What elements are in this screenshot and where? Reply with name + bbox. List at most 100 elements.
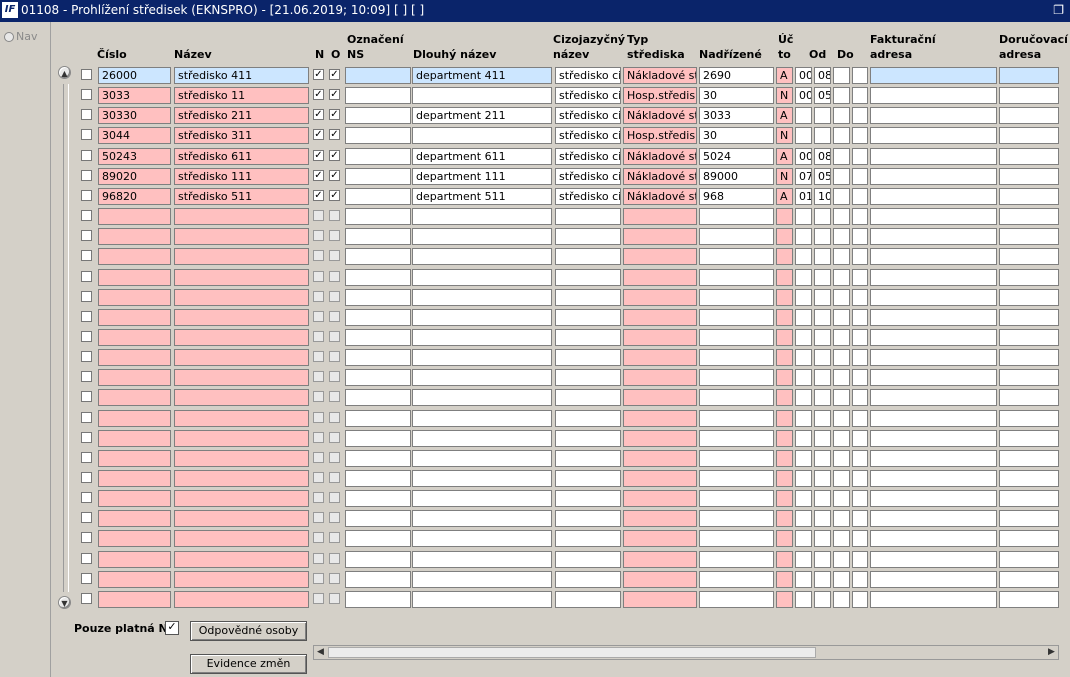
cell-ucto[interactable]: N [776,167,793,185]
cell-typ[interactable]: Nákladové stře [623,187,697,205]
row-select-checkbox[interactable] [81,310,92,322]
cell-fakt[interactable] [870,308,997,326]
checkbox-o[interactable] [329,310,340,322]
cell-nazev[interactable] [174,490,309,508]
cell-doruc[interactable] [999,449,1059,467]
cell-cislo[interactable] [98,349,171,367]
cell-nadrizene[interactable] [699,308,774,326]
cell-nazev[interactable]: středisko 111 [174,167,309,185]
cell-od[interactable]: 01 [795,187,812,205]
cell-doruc[interactable] [999,328,1059,346]
cell-cizo[interactable]: středisko ciz [555,167,621,185]
cell-do[interactable] [814,429,831,447]
checkbox-o[interactable]: ✓ [329,169,340,181]
cell-do[interactable] [814,490,831,508]
cell-ucto[interactable] [776,268,793,286]
cell-dlouhy[interactable]: department 511 [412,187,552,205]
cell-fakt[interactable] [870,107,997,125]
cell-cislo[interactable]: 96820 [98,187,171,205]
cell-fakt[interactable] [870,328,997,346]
cell-cislo[interactable]: 3044 [98,127,171,145]
cell-nazev[interactable] [174,308,309,326]
checkbox-o[interactable] [329,592,340,604]
cell-cislo[interactable] [98,570,171,588]
cell-oznaceni[interactable] [345,127,411,145]
cell-oznaceni[interactable] [345,167,411,185]
cell-od[interactable] [795,570,812,588]
cell-x2[interactable] [852,550,868,568]
cell-typ[interactable] [623,429,697,447]
cell-nazev[interactable] [174,429,309,447]
cell-cislo[interactable] [98,208,171,226]
cell-nazev[interactable] [174,409,309,427]
cell-oznaceni[interactable] [345,268,411,286]
cell-cizo[interactable] [555,328,621,346]
checkbox-o[interactable]: ✓ [329,149,340,161]
cell-typ[interactable] [623,328,697,346]
cell-doruc[interactable] [999,127,1059,145]
cell-cizo[interactable] [555,530,621,548]
cell-x2[interactable] [852,288,868,306]
row-select-checkbox[interactable] [81,391,92,403]
cell-oznaceni[interactable] [345,530,411,548]
cell-od[interactable] [795,550,812,568]
checkbox-n[interactable]: ✓ [313,129,324,141]
row-select-checkbox[interactable] [81,270,92,282]
cell-oznaceni[interactable] [345,349,411,367]
checkbox-n[interactable] [313,592,324,604]
cell-typ[interactable]: Hosp.středisko [623,87,697,105]
checkbox-n[interactable] [313,512,324,524]
checkbox-n[interactable]: ✓ [313,169,324,181]
cell-oznaceni[interactable] [345,470,411,487]
cell-x2[interactable] [852,208,868,226]
checkbox-o[interactable] [329,351,340,363]
cell-fakt[interactable] [870,369,997,387]
cell-ucto[interactable] [776,470,793,487]
cell-ucto[interactable]: N [776,127,793,145]
checkbox-n[interactable]: ✓ [313,69,324,80]
cell-doruc[interactable] [999,268,1059,286]
cell-ucto[interactable] [776,570,793,588]
cell-cislo[interactable]: 3033 [98,87,171,105]
cell-x2[interactable] [852,228,868,246]
cell-cislo[interactable]: 26000 [98,67,171,84]
cell-typ[interactable] [623,530,697,548]
checkbox-o[interactable]: ✓ [329,69,340,80]
cell-ucto[interactable]: A [776,107,793,125]
cell-nazev[interactable] [174,268,309,286]
cell-oznaceni[interactable] [345,490,411,508]
cell-oznaceni[interactable] [345,389,411,407]
checkbox-o[interactable] [329,552,340,564]
cell-typ[interactable]: Nákladové stře [623,147,697,165]
cell-nazev[interactable]: středisko 211 [174,107,309,125]
checkbox-o[interactable] [329,371,340,383]
cell-dlouhy[interactable] [412,228,552,246]
cell-dlouhy[interactable]: department 611 [412,147,552,165]
cell-cizo[interactable]: středisko ciz [555,107,621,125]
checkbox-o[interactable]: ✓ [329,109,340,121]
cell-x2[interactable] [852,449,868,467]
cell-od[interactable] [795,470,812,487]
cell-cislo[interactable] [98,490,171,508]
row-select-checkbox[interactable] [81,351,92,363]
cell-nadrizene[interactable] [699,349,774,367]
cell-od[interactable] [795,389,812,407]
cell-nazev[interactable]: středisko 611 [174,147,309,165]
cell-fakt[interactable] [870,570,997,588]
scroll-thumb[interactable] [328,647,816,658]
cell-nadrizene[interactable]: 5024 [699,147,774,165]
cell-cizo[interactable] [555,570,621,588]
cell-nadrizene[interactable] [699,409,774,427]
cell-od[interactable] [795,127,812,145]
scroll-right-icon[interactable]: ▶ [1045,646,1058,659]
cell-dlouhy[interactable] [412,389,552,407]
cell-x1[interactable] [833,449,850,467]
cell-nazev[interactable] [174,349,309,367]
cell-fakt[interactable] [870,530,997,548]
cell-od[interactable] [795,248,812,266]
cell-cislo[interactable] [98,389,171,407]
checkbox-n[interactable]: ✓ [313,189,324,201]
row-select-checkbox[interactable] [81,129,92,141]
restore-icon[interactable]: ❐ [1053,3,1064,17]
cell-nazev[interactable] [174,590,309,608]
